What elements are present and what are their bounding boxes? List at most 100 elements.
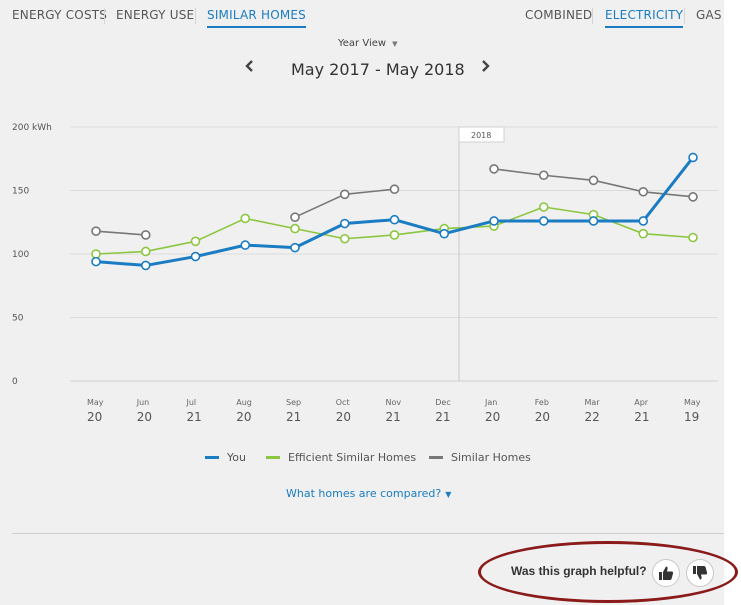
usage-chart: 0 50 100 150 200 kWh 2018 May 20 Jun 20 Jul 21 Aug…: [12, 123, 718, 424]
x-tick-day: 21: [386, 410, 401, 424]
chevron-down-icon: ▼: [445, 490, 452, 499]
top-navigation: ENERGY COSTS ENERGY USE SIMILAR HOMES CO…: [0, 0, 724, 32]
data-point-you: [588, 216, 599, 226]
data-point-efficient: [688, 232, 698, 243]
x-tick-day: 21: [634, 410, 649, 424]
series-line-you: [95, 156, 695, 267]
tab-gas[interactable]: GAS: [696, 8, 722, 22]
legend-efficient: Efficient Similar Homes: [266, 451, 416, 464]
x-tick-day: 22: [585, 410, 600, 424]
data-point-you: [439, 228, 450, 239]
x-tick-month: May: [684, 398, 701, 407]
data-point-you: [489, 216, 499, 226]
year-marker-label: 2018: [471, 131, 491, 140]
chevron-right-icon: [482, 60, 490, 72]
legend-swatch-efficient: [266, 455, 280, 459]
prev-period-button[interactable]: [244, 58, 254, 77]
data-point-similar: [688, 192, 698, 202]
x-tick-day: 20: [485, 410, 500, 424]
compared-homes-label: What homes are compared?: [286, 487, 442, 500]
data-point-similar: [538, 170, 549, 181]
x-tick-month: Jun: [136, 398, 150, 407]
tab-similar-homes[interactable]: SIMILAR HOMES: [207, 8, 306, 28]
x-tick-month: Oct: [336, 398, 350, 407]
active-tab-underline: [207, 26, 306, 28]
y-tick-label: 150: [12, 187, 29, 197]
x-tick-day: 20: [535, 410, 550, 424]
x-tick-day: 21: [435, 410, 450, 424]
tab-electricity-label: ELECTRICITY: [605, 8, 684, 22]
x-tick-month: Jul: [186, 398, 197, 407]
x-tick-month: Sep: [286, 398, 301, 407]
chevron-left-icon: [245, 60, 253, 72]
compared-homes-link[interactable]: What homes are compared? ▼: [286, 487, 451, 500]
x-tick-day: 20: [87, 410, 102, 424]
legend-you: You: [205, 451, 246, 464]
next-period-button[interactable]: [481, 58, 491, 77]
legend-swatch-you: [205, 455, 219, 459]
tab-energy-use[interactable]: ENERGY USE: [116, 8, 194, 22]
data-point-you: [140, 260, 151, 271]
view-selector-label: Year View: [338, 38, 387, 49]
data-point-efficient: [91, 249, 101, 259]
x-tick-month: Dec: [435, 398, 450, 407]
tab-separator: [104, 8, 105, 24]
data-point-you: [688, 152, 698, 163]
x-tick-month: Apr: [634, 398, 649, 407]
feedback-question: Was this graph helpful?: [511, 564, 647, 578]
data-point-efficient: [389, 230, 400, 240]
data-point-you: [538, 216, 549, 226]
x-tick-day: 20: [137, 410, 152, 424]
legend-swatch-similar: [429, 455, 443, 459]
data-point-efficient: [638, 228, 649, 239]
x-tick-month: Mar: [585, 398, 601, 407]
tab-combined[interactable]: COMBINED: [525, 8, 592, 22]
data-point-similar: [489, 164, 499, 174]
data-point-efficient: [290, 223, 300, 234]
data-point-efficient: [339, 233, 350, 244]
data-point-efficient: [538, 202, 549, 212]
series-line-similar: [95, 230, 146, 236]
data-point-efficient: [140, 246, 151, 257]
x-tick-day: 21: [187, 410, 202, 424]
y-tick-label: 0: [12, 377, 18, 387]
view-selector[interactable]: Year View ▼: [338, 38, 397, 49]
thumbs-up-button[interactable]: [652, 559, 680, 587]
data-point-similar: [91, 226, 101, 236]
x-tick-month: Feb: [535, 398, 549, 407]
thumbs-down-button[interactable]: [686, 559, 714, 587]
active-tab-underline: [605, 26, 684, 28]
y-tick-label: 50: [12, 314, 24, 324]
x-tick-month: May: [87, 398, 104, 407]
data-point-you: [389, 214, 400, 225]
legend-similar: Similar Homes: [429, 451, 531, 464]
data-point-you: [91, 256, 101, 267]
y-tick-label: 200 kWh: [12, 123, 52, 133]
data-point-similar: [588, 175, 599, 186]
data-point-you: [638, 216, 649, 226]
data-point-efficient: [190, 236, 201, 247]
x-tick-month: Nov: [386, 398, 402, 407]
x-tick-day: 19: [684, 410, 699, 424]
data-point-similar: [638, 186, 649, 197]
data-point-you: [190, 251, 201, 262]
legend-label-efficient: Efficient Similar Homes: [288, 451, 417, 464]
chart-grid: 0 50 100 150 200 kWh: [12, 123, 718, 387]
tab-separator: [592, 8, 593, 24]
data-point-efficient: [240, 213, 251, 224]
data-point-similar: [290, 212, 300, 222]
period-label: May 2017 - May 2018: [291, 60, 465, 79]
x-axis-labels: May 20 Jun 20 Jul 21 Aug 20 Sep 21 Oct 20 Nov 21 Dec 21…: [87, 398, 701, 424]
data-point-similar: [389, 184, 400, 195]
y-tick-label: 100: [12, 250, 29, 260]
chart-legend: You Efficient Similar Homes Similar Home…: [0, 451, 724, 469]
tab-separator: [684, 8, 685, 24]
legend-label-you: You: [227, 451, 246, 464]
x-tick-day: 20: [336, 410, 351, 424]
tab-energy-costs[interactable]: ENERGY COSTS: [12, 8, 107, 22]
chevron-down-icon: ▼: [392, 40, 398, 48]
tab-electricity[interactable]: ELECTRICITY: [605, 8, 684, 28]
thumbs-up-icon: [659, 566, 674, 580]
x-tick-month: Aug: [236, 398, 252, 407]
page-edge: [724, 0, 741, 605]
